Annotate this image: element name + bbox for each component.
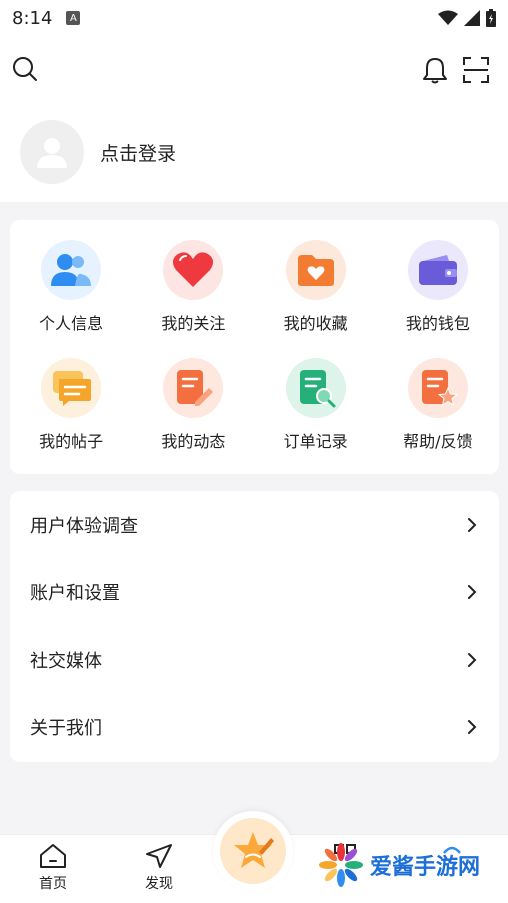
pinwheel-logo-icon [319,843,363,887]
chevron-right-icon [468,652,477,667]
login-link[interactable]: 点击登录 [100,139,176,166]
battery-icon [486,9,496,27]
menu-item-label: 关于我们 [30,718,102,740]
watermark-text: 爱酱手游网 [370,855,481,880]
nav-label: 发现 [145,876,173,892]
grid-item-personal-info[interactable]: 个人信息 [10,240,132,358]
grid-item-follows[interactable]: 我的关注 [132,240,254,358]
heart-icon [163,240,224,300]
search-icon[interactable] [12,56,38,82]
feature-grid-card: 个人信息 我的关注 我的收藏 我的钱包 我的帖子 我的动态 订单记录 帮助/反馈 [10,220,499,474]
grid-label: 订单记录 [283,432,348,451]
menu-item-about-us[interactable]: 关于我们 [10,694,499,762]
menu-item-label: 账户和设置 [30,583,120,605]
home-icon [40,844,66,868]
avatar[interactable] [20,120,84,184]
grid-item-wallet[interactable]: 我的钱包 [377,240,499,358]
watermark: 爱酱手游网 [318,842,480,888]
chevron-right-icon [468,720,477,735]
search-doc-icon [285,358,346,418]
chevron-right-icon [468,585,477,600]
center-button-bg [220,818,286,884]
status-right [438,9,496,27]
chat-icon [41,358,102,418]
login-area[interactable]: 点击登录 [20,120,176,184]
grid-item-help-feedback[interactable]: 帮助/反馈 [377,358,499,476]
status-bar: 8:14 A [0,0,508,36]
menu-item-social-media[interactable]: 社交媒体 [10,626,499,694]
wallet-icon [407,240,468,300]
grid-label: 帮助/反馈 [403,432,473,451]
wifi-icon [438,10,458,25]
grid-label: 我的收藏 [283,314,348,333]
feature-grid: 个人信息 我的关注 我的收藏 我的钱包 我的帖子 我的动态 订单记录 帮助/反馈 [10,220,499,476]
grid-label: 我的钱包 [405,314,470,333]
settings-menu-card: 用户体验调查 账户和设置 社交媒体 关于我们 [10,491,499,762]
grid-item-posts[interactable]: 我的帖子 [10,358,132,476]
notification-a-icon: A [66,11,81,25]
navigation-arrow-icon [146,844,172,868]
user-placeholder-icon [37,138,67,168]
menu-item-user-survey[interactable]: 用户体验调查 [10,491,499,559]
grid-item-orders[interactable]: 订单记录 [255,358,377,476]
grid-label: 我的动态 [161,432,226,451]
nav-discover[interactable]: 发现 [119,843,199,893]
grid-item-favorites[interactable]: 我的收藏 [255,240,377,358]
star-doc-icon [407,358,468,418]
grid-label: 我的帖子 [39,432,104,451]
bell-icon[interactable] [422,56,448,84]
profile-header: 点击登录 [0,36,508,202]
signal-icon [464,10,480,26]
center-create-button[interactable] [213,811,293,891]
grid-item-activity[interactable]: 我的动态 [132,358,254,476]
menu-item-label: 社交媒体 [30,650,102,672]
top-actions [0,54,508,88]
status-time: 8:14 [12,7,53,29]
folder-heart-icon [285,240,346,300]
grid-label: 个人信息 [39,314,104,333]
grid-label: 我的关注 [161,314,226,333]
chevron-right-icon [468,517,477,532]
scan-icon[interactable] [462,56,490,84]
nav-home[interactable]: 首页 [13,843,93,893]
star-pen-icon [234,832,274,868]
person-icon [41,240,102,300]
nav-label: 首页 [39,876,67,892]
menu-item-account-settings[interactable]: 账户和设置 [10,559,499,627]
edit-doc-icon [163,358,224,418]
menu-item-label: 用户体验调查 [30,515,138,537]
